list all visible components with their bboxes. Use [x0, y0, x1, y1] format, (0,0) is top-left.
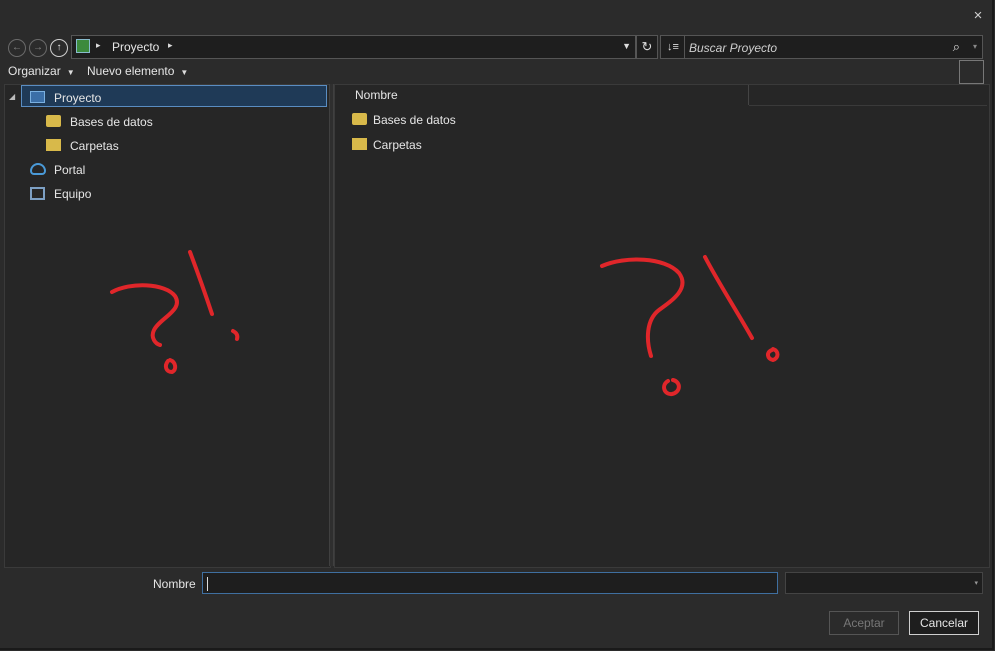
file-type-dropdown[interactable]: ▾	[785, 572, 983, 594]
text-caret	[207, 577, 208, 591]
chevron-down-icon: ▾	[974, 580, 978, 587]
name-field[interactable]	[202, 572, 778, 594]
cancel-button[interactable]: Cancelar	[909, 611, 979, 635]
accept-button[interactable]: Aceptar	[829, 611, 899, 635]
handwritten-annotation	[110, 250, 780, 397]
name-label: Nombre	[153, 577, 196, 591]
